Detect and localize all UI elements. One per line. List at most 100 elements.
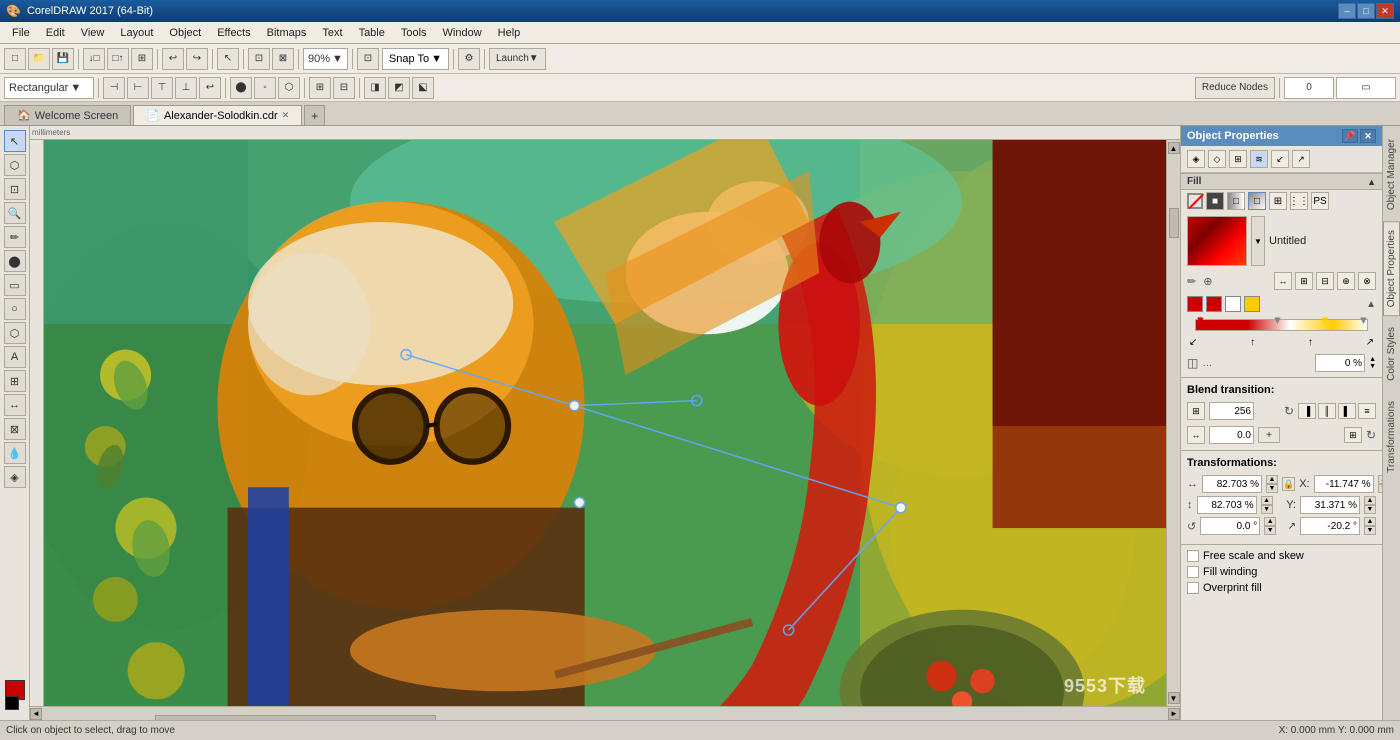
t2-btn10[interactable]: ⊟ bbox=[333, 77, 355, 99]
opacity-up[interactable]: ▲ bbox=[1369, 356, 1376, 363]
smart-fill-tool[interactable]: ⬤ bbox=[4, 250, 26, 272]
t2-btn3[interactable]: ⊤ bbox=[151, 77, 173, 99]
arrow-left1[interactable]: ↙ bbox=[1189, 337, 1197, 348]
color-swatch-red2[interactable] bbox=[1206, 296, 1222, 312]
menu-item-help[interactable]: Help bbox=[490, 25, 529, 41]
y-down[interactable]: ▼ bbox=[1364, 505, 1376, 514]
blend-btn4[interactable]: ≡ bbox=[1358, 403, 1376, 419]
t2-btn8[interactable]: ⬡ bbox=[278, 77, 300, 99]
lock-aspect-icon[interactable]: 🔒 bbox=[1282, 477, 1295, 491]
linear-gradient-icon[interactable]: □ bbox=[1227, 192, 1245, 210]
zoom-tool[interactable]: 🔍 bbox=[4, 202, 26, 224]
scroll-thumb-v[interactable] bbox=[1169, 208, 1179, 238]
rotation2-input[interactable] bbox=[1300, 517, 1360, 535]
vtab-object-properties[interactable]: Object Properties bbox=[1383, 221, 1400, 316]
panel-pin-button[interactable]: 📌 bbox=[1342, 129, 1358, 143]
no-fill-icon[interactable] bbox=[1187, 193, 1203, 209]
t2-btn7[interactable]: ◦ bbox=[254, 77, 276, 99]
scrollbar-vertical[interactable]: ▲ ▼ bbox=[1166, 140, 1180, 706]
overprint-checkbox[interactable] bbox=[1187, 582, 1199, 594]
menu-item-effects[interactable]: Effects bbox=[209, 25, 258, 41]
publish-button[interactable]: ⊞ bbox=[131, 48, 153, 70]
snap-dropdown[interactable]: Snap To ▼ bbox=[382, 48, 449, 70]
zoom-to-fit[interactable]: ⊡ bbox=[248, 48, 270, 70]
color-swatch-yellow[interactable] bbox=[1244, 296, 1260, 312]
scroll-up-button[interactable]: ▲ bbox=[1168, 142, 1180, 154]
color-swatch-white[interactable] bbox=[1225, 296, 1241, 312]
stroke-color[interactable] bbox=[5, 696, 19, 710]
t2-btn11[interactable]: ◨ bbox=[364, 77, 386, 99]
pick-tool-button[interactable]: ↖ bbox=[217, 48, 239, 70]
grad-reverse[interactable]: ↔ bbox=[1274, 272, 1292, 290]
panel-icon-special[interactable]: ≋ bbox=[1250, 150, 1268, 168]
blend-add-button[interactable]: + bbox=[1258, 427, 1280, 443]
menu-item-window[interactable]: Window bbox=[435, 25, 490, 41]
shape-type-dropdown[interactable]: Rectangular ▼ bbox=[4, 77, 94, 99]
polygon-tool[interactable]: ⬡ bbox=[4, 322, 26, 344]
arrow-up2[interactable]: ↑ bbox=[1308, 337, 1313, 348]
copy-fill-icon[interactable]: ⊕ bbox=[1203, 275, 1212, 288]
rotation-input[interactable] bbox=[1200, 517, 1260, 535]
t2-btn6[interactable]: ⬤ bbox=[230, 77, 252, 99]
fill-winding-checkbox[interactable] bbox=[1187, 566, 1199, 578]
width-input[interactable] bbox=[1202, 475, 1262, 493]
grad-options4[interactable]: ⊗ bbox=[1358, 272, 1376, 290]
opacity-input[interactable] bbox=[1315, 354, 1365, 372]
scroll-down-button[interactable]: ▼ bbox=[1168, 692, 1180, 704]
text-tool[interactable]: A bbox=[4, 346, 26, 368]
opacity-down[interactable]: ▼ bbox=[1369, 363, 1376, 370]
panel-icon-arrow1[interactable]: ↙ bbox=[1271, 150, 1289, 168]
zoom-dropdown[interactable]: 90% ▼ bbox=[303, 48, 348, 70]
postscript-fill-icon[interactable]: PS bbox=[1311, 192, 1329, 210]
pattern-fill-icon[interactable]: ⊞ bbox=[1269, 192, 1287, 210]
scroll-thumb-h[interactable] bbox=[155, 715, 437, 721]
grad-options2[interactable]: ⊟ bbox=[1316, 272, 1334, 290]
menu-item-text[interactable]: Text bbox=[314, 25, 350, 41]
radial-gradient-icon[interactable]: □ bbox=[1248, 192, 1266, 210]
free-scale-checkbox[interactable] bbox=[1187, 550, 1199, 562]
tab-close-icon[interactable]: ✕ bbox=[282, 110, 290, 121]
menu-item-object[interactable]: Object bbox=[161, 25, 209, 41]
panel-icon-arrow2[interactable]: ↗ bbox=[1292, 150, 1310, 168]
marker-4[interactable]: ▼ bbox=[1358, 315, 1368, 335]
t2-btn1[interactable]: ⊣ bbox=[103, 77, 125, 99]
height-down[interactable]: ▼ bbox=[1261, 505, 1273, 514]
ellipse-tool[interactable]: ○ bbox=[4, 298, 26, 320]
tab-add[interactable]: + bbox=[304, 105, 325, 125]
interactive-fill-tool[interactable]: ◈ bbox=[4, 466, 26, 488]
t2-btn4[interactable]: ⊥ bbox=[175, 77, 197, 99]
blend-refresh-icon[interactable]: ↻ bbox=[1284, 404, 1294, 418]
vtab-transformations[interactable]: Transformations bbox=[1383, 392, 1400, 482]
reduce-nodes-button[interactable]: Reduce Nodes bbox=[1195, 77, 1275, 99]
freehand-tool[interactable]: ✏ bbox=[4, 226, 26, 248]
maximize-button[interactable]: □ bbox=[1357, 3, 1375, 19]
close-button[interactable]: ✕ bbox=[1376, 3, 1394, 19]
pointer-tool[interactable]: ↖ bbox=[4, 130, 26, 152]
connector-tool[interactable]: ↔ bbox=[4, 394, 26, 416]
edit-fill-icon[interactable]: ✏ bbox=[1187, 275, 1196, 288]
height-input[interactable] bbox=[1197, 496, 1257, 514]
scroll-left-button[interactable]: ◄ bbox=[30, 708, 42, 720]
new-button[interactable]: □ bbox=[4, 48, 26, 70]
texture-fill-icon[interactable]: ⋮⋮ bbox=[1290, 192, 1308, 210]
eyedropper-tool[interactable]: 💧 bbox=[4, 442, 26, 464]
vtab-color-styles[interactable]: Color Styles bbox=[1383, 318, 1400, 390]
t2-btn9[interactable]: ⊞ bbox=[309, 77, 331, 99]
blend-btn1[interactable]: ▐ bbox=[1298, 403, 1316, 419]
blend-reverse1[interactable]: ⊞ bbox=[1344, 427, 1362, 443]
rot2-down[interactable]: ▼ bbox=[1364, 526, 1376, 535]
marker-2[interactable]: ▼ bbox=[1272, 315, 1282, 335]
rot2-up[interactable]: ▲ bbox=[1364, 517, 1376, 526]
canvas[interactable]: 9553下载 bbox=[44, 140, 1166, 706]
width-down[interactable]: ▼ bbox=[1266, 484, 1278, 493]
rot-up[interactable]: ▲ bbox=[1264, 517, 1276, 526]
tab-welcome[interactable]: 🏠 Welcome Screen bbox=[4, 105, 131, 125]
t2-btn5[interactable]: ↩ bbox=[199, 77, 221, 99]
x-input[interactable] bbox=[1314, 475, 1374, 493]
y-input[interactable] bbox=[1300, 496, 1360, 514]
width-up[interactable]: ▲ bbox=[1266, 475, 1278, 484]
colorstop-bar-container[interactable]: ▼ ▼ ▼ ▼ bbox=[1187, 315, 1376, 335]
crop-tool[interactable]: ⊡ bbox=[4, 178, 26, 200]
minimize-button[interactable]: – bbox=[1338, 3, 1356, 19]
t2-btn12[interactable]: ◩ bbox=[388, 77, 410, 99]
